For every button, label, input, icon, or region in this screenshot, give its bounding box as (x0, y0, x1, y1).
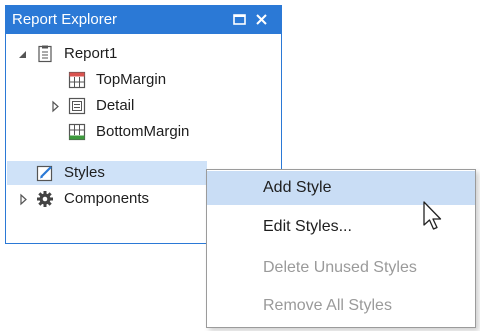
menu-item-add-style[interactable]: Add Style (207, 171, 475, 205)
tree-item-label: Styles (64, 164, 105, 181)
expand-arrow-icon[interactable] (17, 186, 29, 212)
tree-item-label: BottomMargin (96, 123, 190, 140)
tree-item-label: TopMargin (96, 71, 167, 88)
menu-item-remove-all-styles: Remove All Styles (207, 289, 475, 323)
tree-item-label: Report1 (64, 45, 118, 62)
menu-item-label: Edit Styles... (263, 218, 352, 235)
close-icon[interactable] (252, 6, 272, 34)
tree-item-bottommargin[interactable]: BottomMargin (6, 119, 276, 145)
maximize-icon[interactable] (230, 6, 250, 34)
tree-item-label: Components (64, 190, 150, 207)
report-icon (36, 45, 54, 63)
menu-item-label: Remove All Styles (263, 297, 392, 314)
bottom-margin-band-icon (68, 123, 86, 141)
mouse-pointer-icon (422, 201, 444, 233)
menu-item-delete-unused-styles: Delete Unused Styles (207, 251, 475, 285)
top-margin-band-icon (68, 71, 86, 89)
tree-item-detail[interactable]: Detail (6, 93, 276, 119)
tree-item-label: Detail (96, 97, 135, 114)
context-menu: Add Style Edit Styles... Delete Unused S… (206, 169, 476, 328)
menu-item-label: Delete Unused Styles (263, 259, 417, 276)
detail-band-icon (68, 97, 86, 115)
gear-icon (36, 190, 54, 208)
panel-title: Report Explorer (12, 11, 118, 28)
tree-item-report1[interactable]: Report1 (6, 41, 276, 67)
collapse-arrow-icon[interactable] (17, 41, 29, 67)
styles-icon (36, 164, 54, 182)
expand-arrow-icon[interactable] (49, 93, 61, 119)
panel-header: Report Explorer (6, 6, 281, 34)
menu-item-label: Add Style (263, 179, 332, 196)
tree-item-topmargin[interactable]: TopMargin (6, 67, 276, 93)
